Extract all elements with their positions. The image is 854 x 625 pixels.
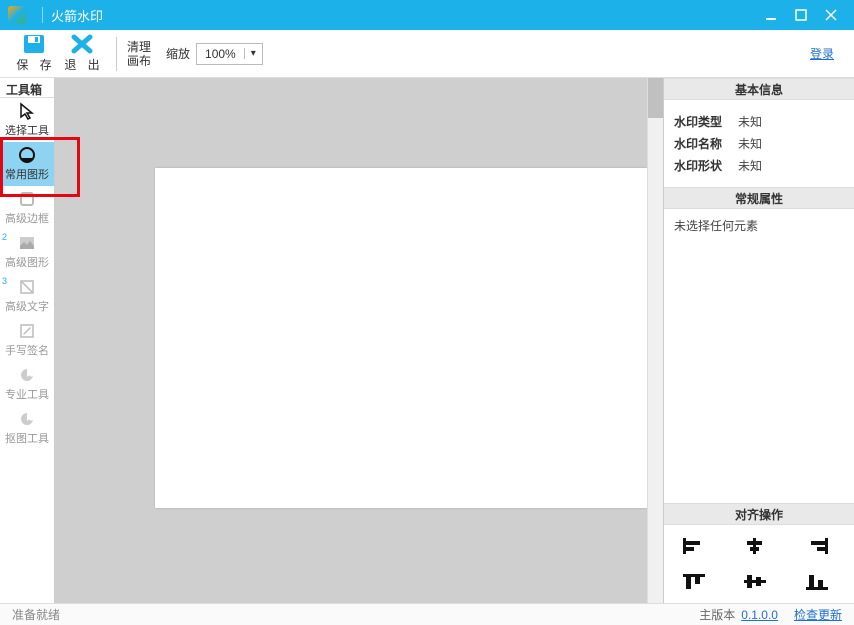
tool-pro[interactable]: 专业工具 <box>0 362 54 406</box>
app-icon <box>8 6 26 24</box>
maximize-button[interactable] <box>786 0 816 30</box>
normal-props-header: 常规属性 <box>664 187 854 209</box>
clear-canvas-l2: 画布 <box>127 54 151 68</box>
titlebar-separator <box>42 7 43 23</box>
save-label: 保 存 <box>12 56 55 73</box>
statusbar: 准备就绪 主版本 0.1.0.0 检查更新 <box>0 603 854 625</box>
tool-handwriting[interactable]: 手写签名 <box>0 318 54 362</box>
tool-common-shapes[interactable]: 常用图形 <box>0 142 54 186</box>
pen-icon <box>18 322 36 340</box>
app-title: 火箭水印 <box>51 6 103 25</box>
close-button[interactable] <box>816 0 846 30</box>
zoom-value: 100% <box>197 47 244 61</box>
zoom-select[interactable]: 100% ▾ <box>196 43 263 65</box>
align-right-button[interactable] <box>805 537 829 555</box>
align-center-v-button[interactable] <box>743 573 767 591</box>
text-icon <box>18 278 36 296</box>
align-top-button[interactable] <box>682 573 706 591</box>
wm-shape-label: 水印形状 <box>674 157 732 174</box>
tool-cutout[interactable]: 抠图工具 <box>0 406 54 450</box>
align-header: 对齐操作 <box>664 503 854 525</box>
toolbar: 保 存 退 出 清理 画布 缩放 100% ▾ 登录 <box>0 30 854 78</box>
align-center-h-button[interactable] <box>743 537 767 555</box>
login-link[interactable]: 登录 <box>810 45 844 62</box>
exit-icon <box>71 34 93 54</box>
border-icon <box>18 190 36 208</box>
canvas-paper[interactable] <box>155 168 652 508</box>
normal-props-empty: 未选择任何元素 <box>664 209 854 503</box>
minimize-icon <box>765 9 777 21</box>
wm-name-label: 水印名称 <box>674 135 732 152</box>
version-label: 主版本 <box>699 606 735 623</box>
wm-type-value: 未知 <box>738 113 762 130</box>
wm-shape-value: 未知 <box>738 157 762 174</box>
exit-button[interactable]: 退 出 <box>58 34 106 73</box>
align-grid <box>664 525 854 603</box>
wm-name-value: 未知 <box>738 135 762 152</box>
toolbar-divider <box>116 37 117 71</box>
tool-pro-label: 专业工具 <box>5 386 49 402</box>
tool-advanced-text-label: 高级文字 <box>5 298 49 314</box>
tool-advanced-border-label: 高级边框 <box>5 210 49 226</box>
toolbox: 工具箱 选择工具 常用图形 高级边框 2 高级图形 <box>0 78 55 603</box>
zoom-control: 缩放 100% ▾ <box>166 43 263 65</box>
maximize-icon <box>795 9 807 21</box>
vertical-scrollbar[interactable] <box>647 78 663 603</box>
minimize-button[interactable] <box>756 0 786 30</box>
badge-2: 2 <box>2 232 7 242</box>
tool-advanced-text[interactable]: 3 高级文字 <box>0 274 54 318</box>
tool-common-shapes-label: 常用图形 <box>5 166 49 182</box>
image-icon <box>18 234 36 252</box>
clear-canvas-button[interactable]: 清理 画布 <box>127 40 151 68</box>
basic-info-header: 基本信息 <box>664 78 854 100</box>
exit-label: 退 出 <box>60 56 103 73</box>
palette-icon <box>18 366 36 384</box>
canvas-area[interactable] <box>55 78 664 603</box>
circle-icon <box>18 146 36 164</box>
tool-advanced-shapes[interactable]: 2 高级图形 <box>0 230 54 274</box>
align-left-button[interactable] <box>682 537 706 555</box>
tool-select[interactable]: 选择工具 <box>0 98 54 142</box>
tool-cutout-label: 抠图工具 <box>5 430 49 446</box>
toolbox-header: 工具箱 <box>0 78 54 98</box>
tool-select-label: 选择工具 <box>5 122 49 138</box>
align-bottom-button[interactable] <box>805 573 829 591</box>
zoom-label: 缩放 <box>166 45 190 62</box>
close-icon <box>825 9 837 21</box>
main: 工具箱 选择工具 常用图形 高级边框 2 高级图形 <box>0 78 854 603</box>
chevron-down-icon[interactable]: ▾ <box>244 48 262 59</box>
wm-type-label: 水印类型 <box>674 113 732 130</box>
cursor-icon <box>18 102 36 120</box>
save-button[interactable]: 保 存 <box>10 34 58 73</box>
tool-advanced-shapes-label: 高级图形 <box>5 254 49 270</box>
scrollbar-thumb[interactable] <box>648 78 663 118</box>
palette2-icon <box>18 410 36 428</box>
save-icon <box>23 34 45 54</box>
check-update-link[interactable]: 检查更新 <box>794 606 842 623</box>
tool-advanced-border[interactable]: 高级边框 <box>0 186 54 230</box>
clear-canvas-l1: 清理 <box>127 40 151 54</box>
tool-handwriting-label: 手写签名 <box>5 342 49 358</box>
right-panel: 基本信息 水印类型未知 水印名称未知 水印形状未知 常规属性 未选择任何元素 对… <box>664 78 854 603</box>
titlebar: 火箭水印 <box>0 0 854 30</box>
basic-info: 水印类型未知 水印名称未知 水印形状未知 <box>664 100 854 187</box>
badge-3: 3 <box>2 276 7 286</box>
version-link[interactable]: 0.1.0.0 <box>741 608 778 622</box>
status-ready: 准备就绪 <box>12 606 60 623</box>
